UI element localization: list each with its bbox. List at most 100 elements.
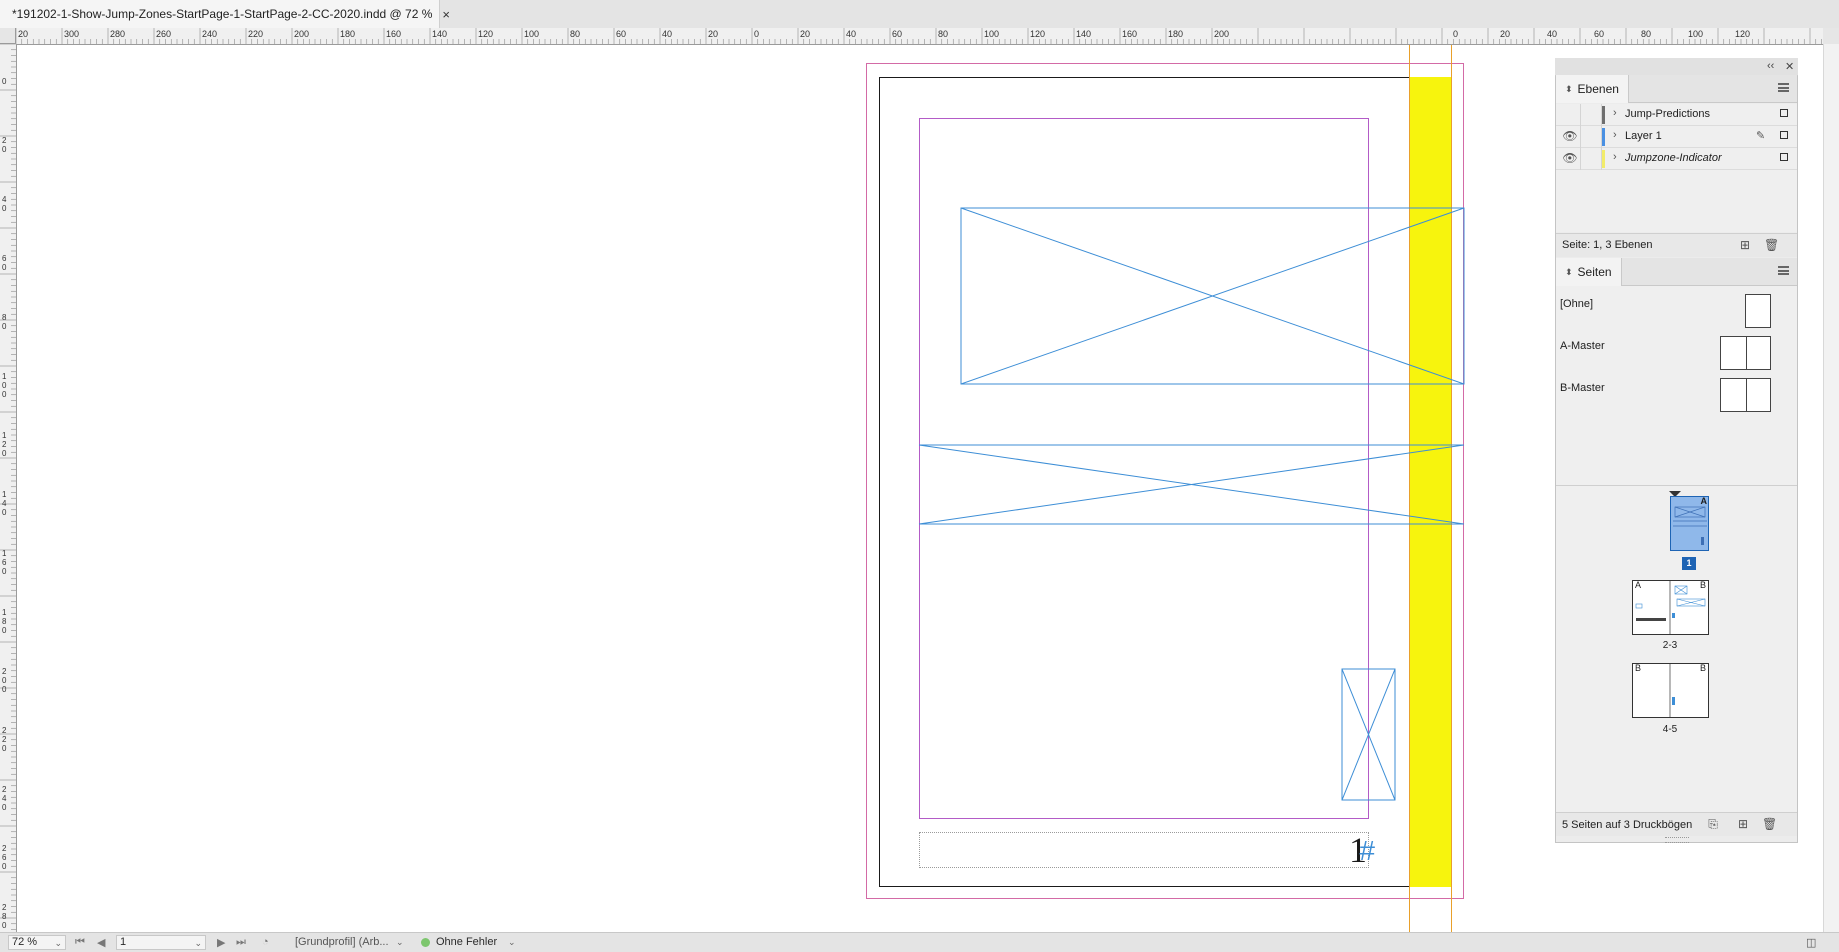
open-page-icon[interactable]: ◔: [262, 936, 269, 948]
panel-resize-grip[interactable]: [1665, 837, 1689, 843]
footer-text-frame[interactable]: [919, 832, 1369, 868]
chevron-right-icon[interactable]: ›: [1613, 151, 1617, 163]
layer-row-jump-predictions[interactable]: › Jump-Predictions: [1556, 104, 1797, 126]
page-1-preview-icon: [1673, 506, 1707, 545]
ruler-label: 1: [2, 608, 7, 617]
tab-layers[interactable]: ⬍ Ebenen: [1556, 75, 1629, 103]
spread-2-3-thumbnail[interactable]: A B: [1632, 580, 1709, 635]
panel-menu-icon[interactable]: [1778, 83, 1789, 92]
eye-icon[interactable]: 👁: [1562, 129, 1578, 143]
ruler-label: 20: [800, 29, 810, 39]
trash-icon[interactable]: 🗑: [1762, 817, 1777, 831]
ruler-label: 2: [2, 735, 7, 744]
ruler-label: 80: [938, 29, 948, 39]
ruler-label: 4: [2, 794, 7, 803]
next-page-icon[interactable]: ▶: [217, 936, 225, 949]
visibility-toggle[interactable]: [1562, 107, 1578, 121]
ruler-label: 20: [708, 29, 718, 39]
close-panels-icon[interactable]: ✕: [1785, 60, 1794, 73]
layer-row-layer-1[interactable]: 👁 › Layer 1 ✎: [1556, 126, 1797, 148]
master-thumbnail[interactable]: [1720, 378, 1771, 412]
master-row-b[interactable]: B-Master: [1556, 374, 1797, 412]
previous-page-icon[interactable]: ◀: [97, 936, 105, 949]
trash-icon[interactable]: 🗑: [1764, 238, 1779, 252]
ruler-label: 0: [2, 449, 7, 458]
ruler-label: 200: [1214, 29, 1229, 39]
page-field[interactable]: 1 ⌄: [116, 935, 206, 950]
collapse-panels-icon[interactable]: ‹‹: [1767, 60, 1774, 72]
preflight-profile[interactable]: [Grundprofil] (Arb...: [295, 936, 389, 948]
edit-page-size-icon[interactable]: ⎘: [1706, 817, 1720, 831]
tab-pages[interactable]: ⬍ Seiten: [1556, 258, 1622, 286]
master-label: A-Master: [1560, 340, 1605, 352]
split-window-icon[interactable]: ◫: [1806, 936, 1816, 949]
layer-target-square[interactable]: [1780, 131, 1788, 139]
preflight-status[interactable]: Ohne Fehler: [436, 936, 497, 948]
chevron-down-icon[interactable]: ⌄: [508, 937, 516, 948]
page-1-thumbnail[interactable]: A: [1670, 496, 1709, 551]
ruler-label: 220: [248, 29, 263, 39]
chevron-right-icon[interactable]: ›: [1613, 107, 1617, 119]
ruler-label: 0: [2, 862, 7, 871]
chevron-down-icon[interactable]: ⌄: [54, 937, 62, 950]
ruler-label: 6: [2, 853, 7, 862]
new-layer-icon[interactable]: ⊞: [1738, 238, 1752, 252]
ruler-label: 100: [984, 29, 999, 39]
ruler-label: 6: [2, 254, 7, 263]
layer-target-square[interactable]: [1780, 109, 1788, 117]
pages-divider: [1556, 485, 1797, 486]
page-number-marker: #: [1359, 835, 1375, 866]
zoom-field[interactable]: 72 % ⌄: [8, 935, 66, 950]
ruler-label: 80: [570, 29, 580, 39]
ruler-label: 0: [2, 508, 7, 517]
page-1-number-badge[interactable]: 1: [1682, 557, 1696, 570]
chevron-right-icon[interactable]: ›: [1613, 129, 1617, 141]
vertical-ruler[interactable]: 020406080100120140160180200220240260280: [0, 44, 17, 932]
horizontal-ruler[interactable]: 20 300 280 260 240 220 200 180 160 140 120 100 80 60 4…: [16, 28, 1823, 45]
ruler-label: 0: [2, 263, 7, 272]
ruler-label: 1: [2, 372, 7, 381]
master-row-a[interactable]: A-Master: [1556, 332, 1797, 370]
ruler-label: 8: [2, 313, 7, 322]
spread-4-5-thumbnail[interactable]: B B: [1632, 663, 1709, 718]
close-icon[interactable]: ×: [442, 7, 450, 22]
ruler-label: 6: [2, 558, 7, 567]
jumpzone-indicator-frame[interactable]: [1409, 77, 1451, 887]
pages-panel-footer: 5 Seiten auf 3 Druckbögen ⎘ ⊞ 🗑: [1556, 812, 1797, 836]
ruler-label: 8: [2, 617, 7, 626]
document-tab[interactable]: *191202-1-Show-Jump-Zones-StartPage-1-St…: [0, 0, 450, 28]
layer-color-swatch: [1602, 128, 1605, 146]
ruler-right-corner: [1823, 28, 1839, 44]
ruler-origin[interactable]: [0, 28, 16, 44]
ruler-label: 120: [1735, 29, 1750, 39]
vertical-scrollbar[interactable]: [1823, 44, 1839, 932]
ruler-label: 260: [156, 29, 171, 39]
layer-name: Jump-Predictions: [1625, 108, 1710, 120]
ruler-label: 2: [2, 903, 7, 912]
layer-row-jumpzone-indicator[interactable]: 👁 › Jumpzone-Indicator: [1556, 148, 1797, 170]
first-page-icon[interactable]: ⏮: [75, 936, 85, 949]
vertical-guide[interactable]: [1451, 45, 1452, 932]
expand-collapse-icon[interactable]: ⬍: [1565, 84, 1573, 95]
ruler-label: 4: [2, 195, 7, 204]
chevron-down-icon[interactable]: ⌄: [194, 937, 202, 950]
layer-name: Layer 1: [1625, 130, 1662, 142]
expand-collapse-icon[interactable]: ⬍: [1565, 267, 1573, 278]
status-bar: 72 % ⌄ ⏮ ◀ 1 ⌄ ▶ ⏭ ◔ [Grundprofil] (Arb.…: [0, 932, 1839, 952]
ruler-label: 200: [294, 29, 309, 39]
ruler-label: 160: [1122, 29, 1137, 39]
panel-dock-header: ‹‹ ✕: [1555, 58, 1798, 76]
layer-target-square[interactable]: [1780, 153, 1788, 161]
master-thumbnail[interactable]: [1745, 294, 1771, 328]
eye-icon[interactable]: 👁: [1562, 151, 1578, 165]
vertical-guide[interactable]: [1409, 45, 1410, 932]
margin-guides: [919, 118, 1369, 819]
horizontal-ruler-ticks: 20 300 280 260 240 220 200 180 160 140 120 100 80 60 4…: [16, 28, 1822, 44]
ruler-label: 1: [2, 490, 7, 499]
chevron-down-icon[interactable]: ⌄: [396, 937, 404, 948]
new-page-icon[interactable]: ⊞: [1736, 817, 1750, 831]
panel-menu-icon[interactable]: [1778, 266, 1789, 275]
last-page-icon[interactable]: ⏭: [236, 936, 246, 949]
master-thumbnail[interactable]: [1720, 336, 1771, 370]
master-row-none[interactable]: [Ohne]: [1556, 290, 1797, 328]
